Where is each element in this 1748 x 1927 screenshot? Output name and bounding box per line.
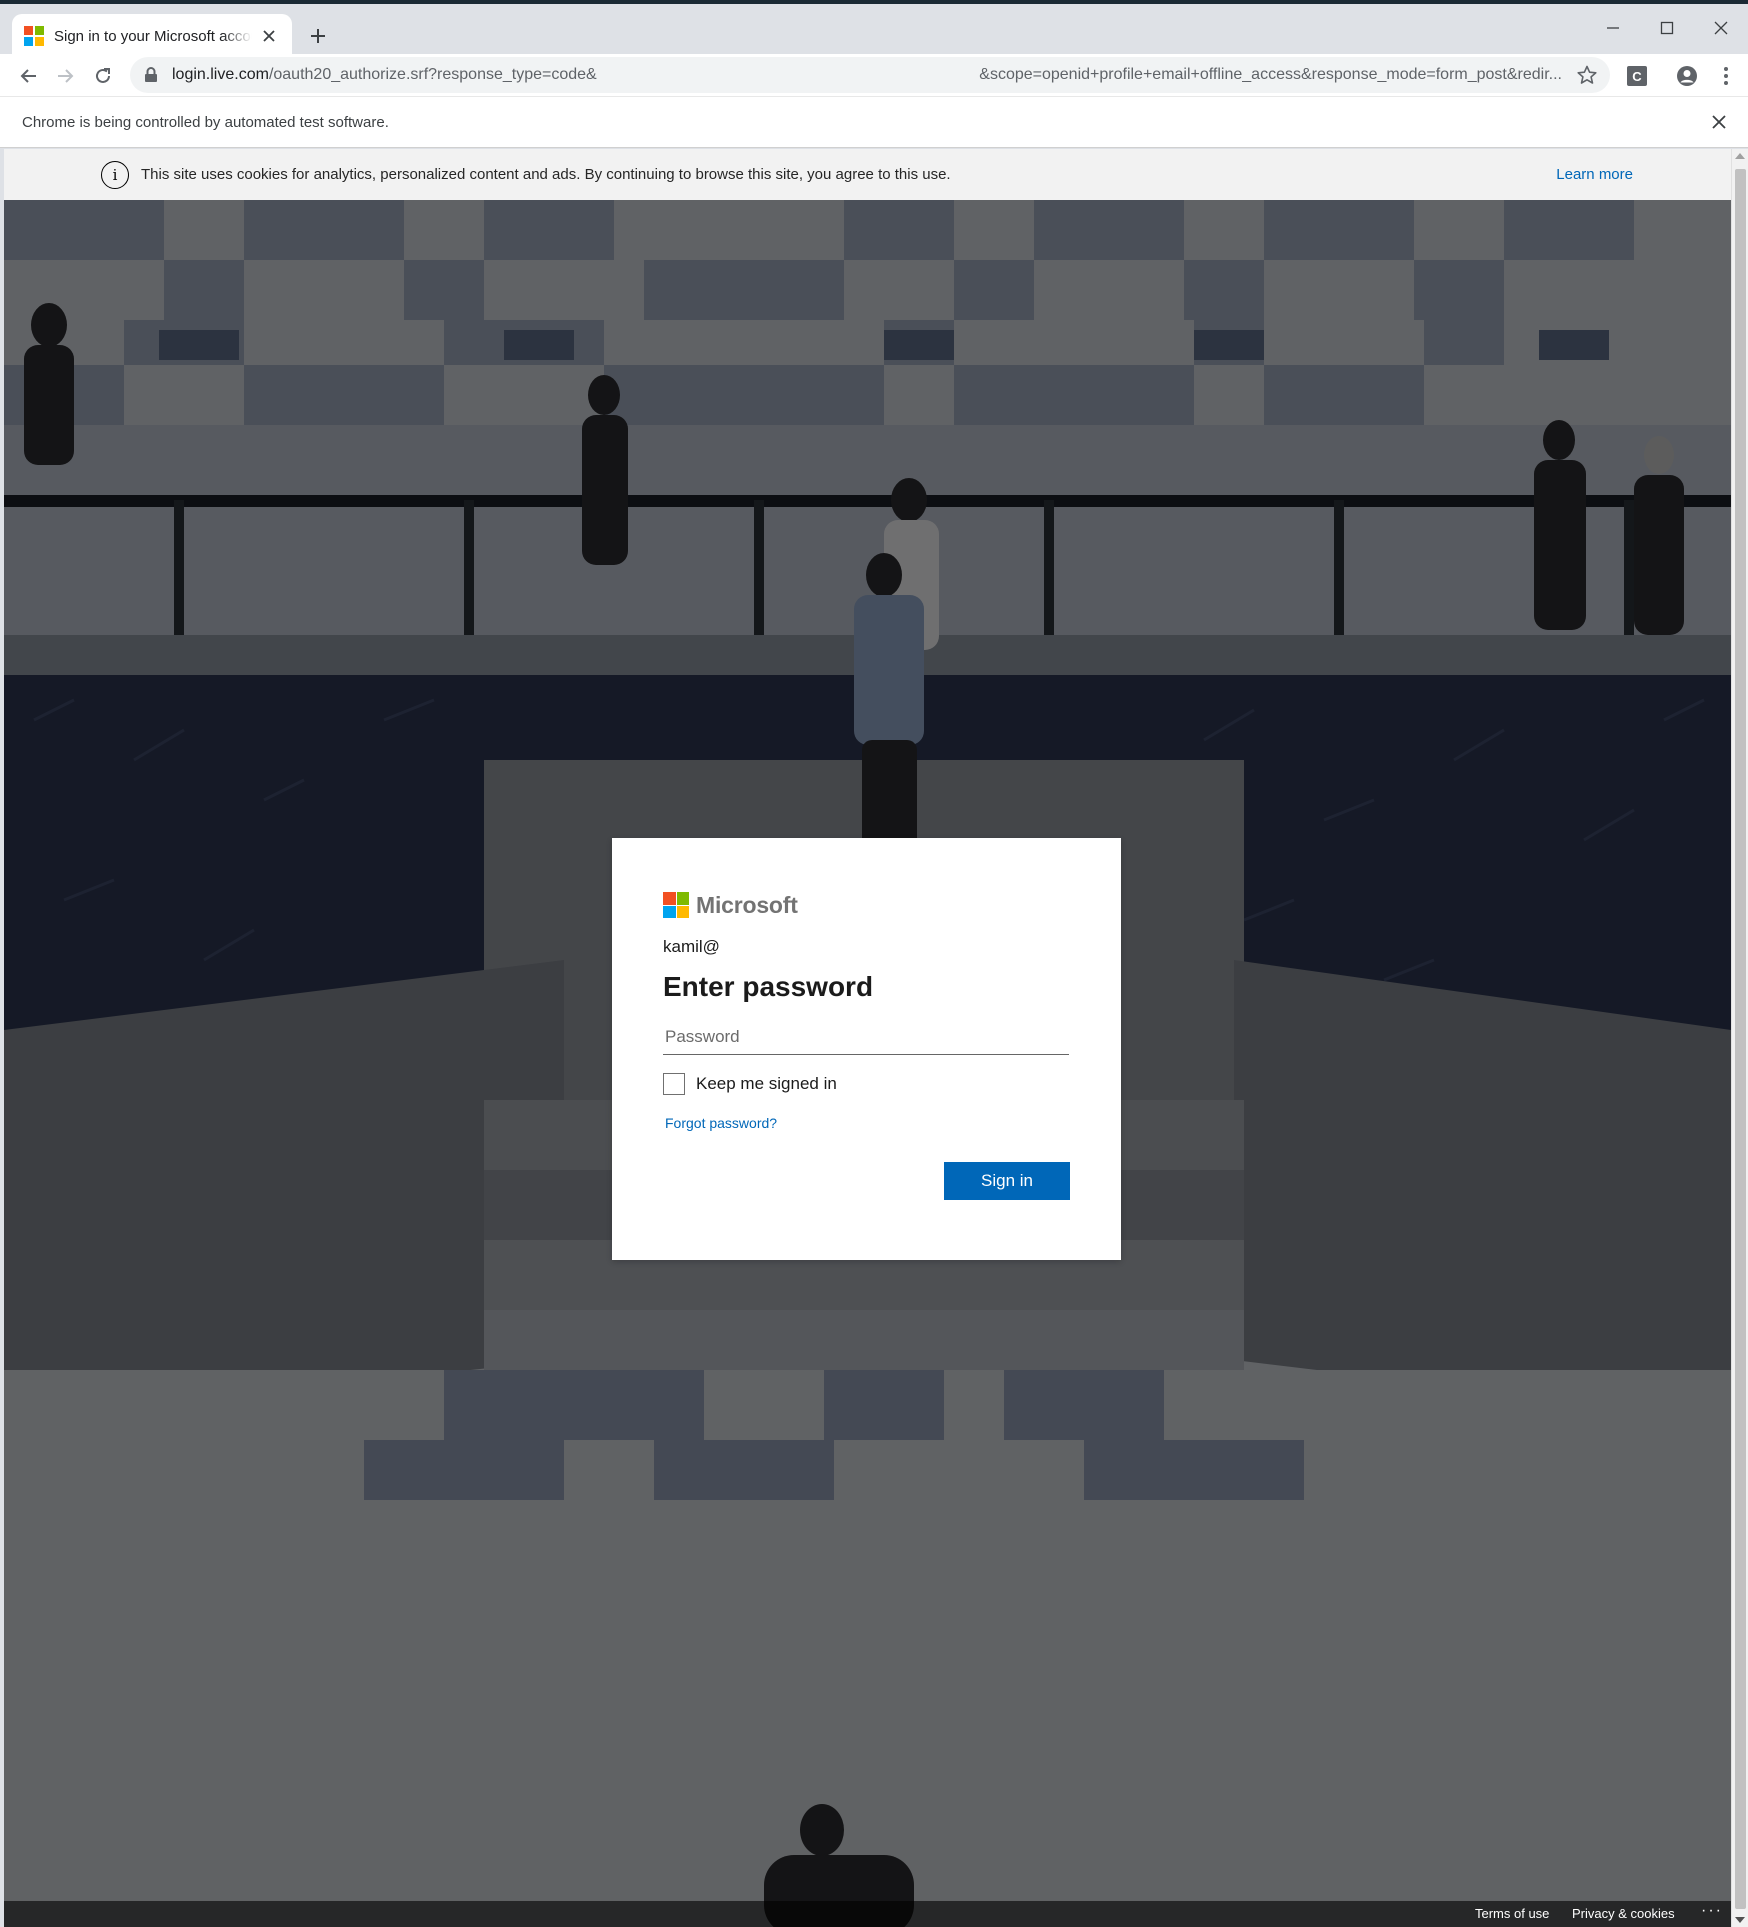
profile-icon[interactable] [1674,63,1700,89]
privacy-cookies-link[interactable]: Privacy & cookies [1572,1906,1675,1921]
keep-signed-in-row[interactable]: Keep me signed in [663,1073,1069,1095]
cookie-banner: i This site uses cookies for analytics, … [4,149,1731,200]
new-tab-button[interactable] [304,22,332,50]
reload-icon[interactable] [90,63,116,89]
scroll-up-icon[interactable] [1735,153,1745,159]
window-close-icon[interactable] [1694,8,1748,48]
extension-icon[interactable]: C [1624,63,1650,89]
automation-message: Chrome is being controlled by automated … [22,114,389,131]
browser-window: Sign in to your Microsoft account login.… [0,0,1748,1927]
automation-infobar: Chrome is being controlled by automated … [0,96,1748,148]
browser-toolbar: login.live.com /oauth20_authorize.srf?re… [0,54,1748,96]
microsoft-favicon-icon [24,26,44,46]
url-path: /oauth20_authorize.srf?response_type=cod… [268,66,597,83]
menu-kebab-icon[interactable] [1713,63,1739,89]
infobar-close-icon[interactable] [1712,109,1726,135]
keep-signed-in-label[interactable]: Keep me signed in [696,1074,837,1094]
forward-icon[interactable] [52,63,78,89]
url-tail: &scope=openid+profile+email+offline_acce… [979,66,1562,83]
page-viewport: i This site uses cookies for analytics, … [4,149,1731,1927]
info-icon: i [101,161,129,189]
back-icon[interactable] [16,63,42,89]
tab-sign-in[interactable]: Sign in to your Microsoft account [12,14,292,58]
tab-close-icon[interactable] [258,25,280,47]
lock-icon [144,67,160,83]
page-footer: Terms of use Privacy & cookies ··· [4,1901,1731,1927]
scroll-down-icon[interactable] [1735,1917,1745,1923]
extension-label: C [1627,66,1647,86]
page-scrollbar[interactable] [1731,149,1748,1927]
minimize-icon[interactable] [1586,8,1640,48]
brand-name: Microsoft [696,891,798,918]
microsoft-logo: Microsoft [663,890,1069,920]
sign-in-button[interactable]: Sign in [944,1162,1070,1200]
tab-title: Sign in to your Microsoft account [54,27,252,45]
terms-of-use-link[interactable]: Terms of use [1475,1906,1549,1921]
learn-more-link[interactable]: Learn more [1556,166,1633,183]
microsoft-logo-icon [663,892,689,918]
keep-signed-in-checkbox[interactable] [663,1073,685,1095]
forgot-password-link[interactable]: Forgot password? [665,1115,1069,1131]
cookie-text: This site uses cookies for analytics, pe… [141,166,951,183]
sign-in-card: Microsoft kamil@ Enter password Keep me … [612,838,1121,1260]
address-bar[interactable]: login.live.com /oauth20_authorize.srf?re… [130,57,1610,93]
password-input[interactable] [663,1019,1069,1055]
url-host: login.live.com [172,66,269,83]
maximize-icon[interactable] [1640,8,1694,48]
window-controls [1586,8,1748,48]
more-options-icon[interactable]: ··· [1701,1902,1723,1920]
account-identity[interactable]: kamil@ [663,937,1069,957]
page-title: Enter password [663,971,874,1002]
bookmark-star-icon[interactable] [1576,64,1598,86]
scrollbar-thumb[interactable] [1735,169,1746,1909]
tab-bar: Sign in to your Microsoft account [0,4,1748,58]
